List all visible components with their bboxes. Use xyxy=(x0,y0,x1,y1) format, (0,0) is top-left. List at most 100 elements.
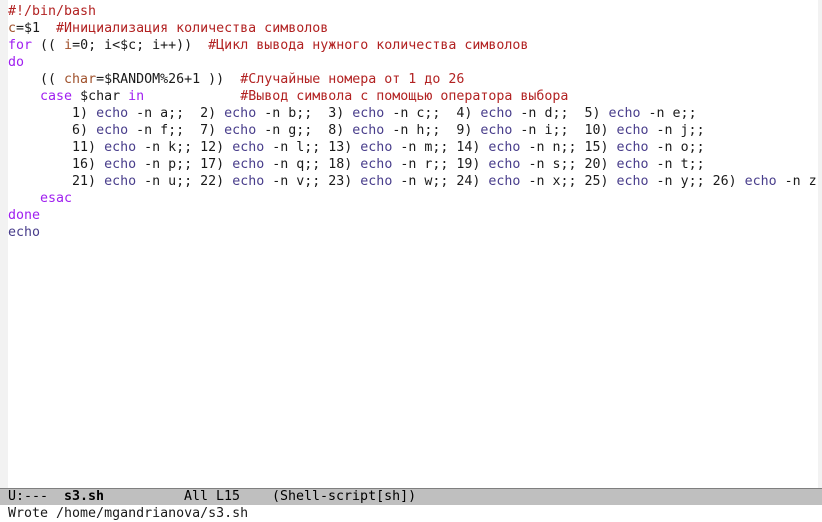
code-token-plain: 21) xyxy=(8,174,105,189)
code-token-plain: -n t;; xyxy=(648,157,705,172)
right-fringe xyxy=(818,0,822,488)
code-token-builtin: echo xyxy=(616,123,649,138)
editor-buffer[interactable]: #!/bin/bash c=$1 #Инициализация количеств… xyxy=(0,0,822,488)
code-token-plain: -n w;; 24) xyxy=(392,174,489,189)
code-token-builtin: echo xyxy=(224,106,257,121)
code-line: echo xyxy=(8,224,817,241)
code-token-builtin: echo xyxy=(352,106,385,121)
code-token-plain: -n e;; xyxy=(640,106,697,121)
echo-area: Wrote /home/mgandrianova/s3.sh xyxy=(0,505,822,522)
code-token-plain: 1) xyxy=(8,106,97,121)
code-token-plain: $char xyxy=(72,89,129,104)
code-token-plain: -n z xyxy=(776,174,817,189)
code-token-plain: 16) xyxy=(8,157,105,172)
code-line: 6) echo -n f;; 7) echo -n g;; 8) echo -n… xyxy=(8,122,817,139)
code-token-builtin: echo xyxy=(352,123,385,138)
code-token-builtin: echo xyxy=(488,140,521,155)
code-token-builtin: echo xyxy=(360,140,393,155)
code-line: (( char=$RANDOM%26+1 )) #Случайные номер… xyxy=(8,71,817,88)
code-token-keyword: for xyxy=(8,38,33,53)
code-token-plain: -n c;; 4) xyxy=(384,106,481,121)
code-token-builtin: echo xyxy=(488,157,521,172)
code-token-plain: -n p;; 17) xyxy=(136,157,233,172)
code-token-plain: -n f;; 7) xyxy=(128,123,225,138)
code-token-plain: (( xyxy=(32,38,65,53)
code-token-plain: -n o;; xyxy=(648,140,705,155)
code-token-plain: =$RANDOM%26+1 )) xyxy=(96,72,241,87)
code-token-plain: -n h;; 9) xyxy=(384,123,481,138)
code-token-builtin: echo xyxy=(744,174,777,189)
code-token-plain: -n a;; 2) xyxy=(128,106,225,121)
code-token-builtin: echo xyxy=(360,174,393,189)
mode-line: U:--- s3.sh All L15 (Shell-script[sh]) xyxy=(0,488,822,505)
code-token-plain: -n b;; 3) xyxy=(256,106,353,121)
code-token-variable: char xyxy=(64,72,97,87)
code-token-builtin: echo xyxy=(608,106,641,121)
modeline-status: U:--- xyxy=(8,489,49,504)
code-token-plain: =$1 xyxy=(16,21,57,36)
code-token-builtin: echo xyxy=(616,174,649,189)
code-line: 16) echo -n p;; 17) echo -n q;; 18) echo… xyxy=(8,156,817,173)
code-token-builtin: echo xyxy=(480,123,513,138)
code-token-builtin: echo xyxy=(488,174,521,189)
code-text[interactable]: #!/bin/bash c=$1 #Инициализация количеств… xyxy=(8,3,817,241)
code-token-plain: -n n;; 15) xyxy=(520,140,617,155)
code-token-plain: (( xyxy=(8,72,65,87)
code-token-plain: -n i;; 10) xyxy=(512,123,617,138)
modeline-position: All L15 xyxy=(184,489,241,504)
code-token-plain: -n s;; 20) xyxy=(520,157,617,172)
code-token-plain: -n j;; xyxy=(648,123,705,138)
code-token-builtin: echo xyxy=(8,225,41,240)
modeline-buffer-name[interactable]: s3.sh xyxy=(64,489,184,505)
code-line: 1) echo -n a;; 2) echo -n b;; 3) echo -n… xyxy=(8,105,817,122)
code-line: 11) echo -n k;; 12) echo -n l;; 13) echo… xyxy=(8,139,817,156)
code-token-plain: -n y;; 26) xyxy=(648,174,745,189)
code-token-plain: -n x;; 25) xyxy=(520,174,617,189)
code-token-plain: -n r;; 19) xyxy=(392,157,489,172)
code-line: for (( i=0; i<$c; i++)) #Цикл вывода нуж… xyxy=(8,37,817,54)
code-token-keyword: esac xyxy=(40,191,73,206)
code-token-builtin: echo xyxy=(96,106,129,121)
code-token-builtin: echo xyxy=(480,106,513,121)
code-line: done xyxy=(8,207,817,224)
code-token-variable: c xyxy=(8,21,17,36)
code-token-keyword: do xyxy=(8,55,25,70)
code-line: do xyxy=(8,54,817,71)
code-line: c=$1 #Инициализация количества символов xyxy=(8,20,817,37)
code-token-plain: -n v;; 23) xyxy=(264,174,361,189)
code-token-builtin: echo xyxy=(104,140,137,155)
code-token-builtin: echo xyxy=(232,157,265,172)
code-line: case $char in #Вывод символа с помощью о… xyxy=(8,88,817,105)
code-line: #!/bin/bash xyxy=(8,3,817,20)
code-token-builtin: echo xyxy=(232,140,265,155)
code-token-plain: =0; i<$c; i++)) xyxy=(72,38,209,53)
code-token-builtin: echo xyxy=(232,174,265,189)
code-token-builtin: echo xyxy=(616,140,649,155)
code-token-plain: -n q;; 18) xyxy=(264,157,361,172)
code-token-keyword: case xyxy=(40,89,73,104)
code-token-builtin: echo xyxy=(360,157,393,172)
code-line: 21) echo -n u;; 22) echo -n v;; 23) echo… xyxy=(8,173,817,190)
code-token-plain: -n d;; 5) xyxy=(512,106,609,121)
code-token-plain: -n m;; 14) xyxy=(392,140,489,155)
code-token-comment: #Инициализация количества символов xyxy=(56,21,329,36)
code-token-comment: #Случайные номера от 1 до 26 xyxy=(240,72,465,87)
code-token-plain: 6) xyxy=(8,123,97,138)
code-token-builtin: echo xyxy=(104,174,137,189)
code-token-comment: #Цикл вывода нужного количества символов xyxy=(208,38,529,53)
code-token-plain: 11) xyxy=(8,140,105,155)
modeline-major-mode[interactable]: (Shell-script[sh]) xyxy=(272,489,416,505)
code-token-plain: -n u;; 22) xyxy=(136,174,233,189)
code-token-builtin: echo xyxy=(616,157,649,172)
code-token-variable: i xyxy=(64,38,73,53)
code-token-plain: -n k;; 12) xyxy=(136,140,233,155)
code-token-comment: #Вывод символа с помощью оператора выбор… xyxy=(240,89,569,104)
code-token-builtin: echo xyxy=(96,123,129,138)
code-line: esac xyxy=(8,190,817,207)
code-token-plain: -n l;; 13) xyxy=(264,140,361,155)
code-token-comment: #!/bin/bash xyxy=(8,4,97,19)
code-token-keyword: in xyxy=(128,89,145,104)
